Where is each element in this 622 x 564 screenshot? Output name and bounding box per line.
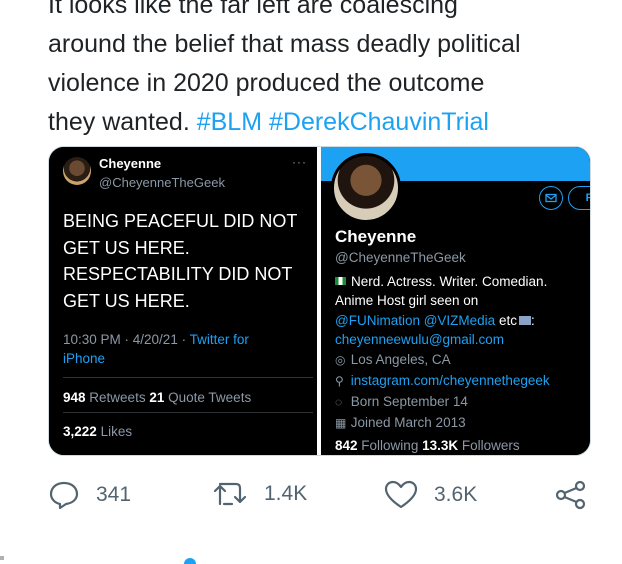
birthday-icon: ◌ xyxy=(335,395,343,409)
quoted-client-cont: iPhone xyxy=(63,351,106,366)
quoted-body-line: GET US HERE. xyxy=(63,290,190,311)
reply-button[interactable]: 341 xyxy=(48,480,131,510)
retweets-count: 948 xyxy=(63,390,86,405)
divider xyxy=(63,412,313,413)
followers-label: Followers xyxy=(461,438,520,453)
share-button[interactable] xyxy=(554,480,588,510)
profile-birthday: ◌ Born September 14 xyxy=(335,392,468,412)
tweet-line: It looks like the far left are coalescin… xyxy=(48,0,458,19)
emoji-icon xyxy=(518,316,531,325)
tweet-line: around the belief that mass deadly polit… xyxy=(48,30,521,58)
joined-text: Joined March 2013 xyxy=(350,415,466,430)
edge-mark xyxy=(0,556,4,560)
profile-avatar xyxy=(331,153,401,223)
hashtag-derek-chauvin-trial[interactable]: #DerekChauvinTrial xyxy=(269,108,489,136)
like-count: 3.6K xyxy=(434,483,478,506)
reply-icon xyxy=(48,480,80,510)
retweet-icon xyxy=(212,480,248,508)
profile-bio-line: @FUNimation @VIZMedia etc: xyxy=(335,313,535,328)
tweet-line: violence in 2020 produced the outcome xyxy=(48,69,485,97)
profile-joined: ▦ Joined March 2013 xyxy=(335,413,466,433)
likes-label: Likes xyxy=(100,424,133,439)
profile-follow-stats: 842 Following 13.3K Followers xyxy=(335,436,520,455)
quoted-client: Twitter for xyxy=(189,332,249,347)
quoted-meta: 10:30 PM · 4/20/21 · Twitter for iPhone xyxy=(63,330,313,368)
email-link: cheyenneewulu@gmail.com xyxy=(335,332,505,347)
retweet-button[interactable]: 1.4K xyxy=(212,480,307,508)
tweet-line: they wanted. #BLM #DerekChauvinTrial xyxy=(48,103,608,142)
scroll-indicator xyxy=(184,558,196,564)
profile-bio-line: Nerd. Actress. Writer. Comedian. xyxy=(335,272,547,291)
like-icon xyxy=(384,480,418,510)
reply-count: 341 xyxy=(96,483,132,506)
location-text: Los Angeles, CA xyxy=(350,352,451,367)
profile-location: ◎ Los Angeles, CA xyxy=(335,350,451,370)
calendar-icon: ▦ xyxy=(335,416,347,430)
tweet-text: It looks like the far left are coalescin… xyxy=(48,0,608,142)
flag-icon xyxy=(335,277,346,285)
quoted-handle: @CheyenneTheGeek xyxy=(99,175,225,190)
website-link: instagram.com/cheyennethegeek xyxy=(350,373,550,388)
quoted-like-stats: 3,222 Likes xyxy=(63,424,132,439)
likes-count: 3,222 xyxy=(63,424,97,439)
tweet-image[interactable]: Cheyenne @CheyenneTheGeek ··· BEING PEAC… xyxy=(48,146,591,456)
follow-button: Follow xyxy=(568,186,590,210)
profile-handle: @CheyenneTheGeek xyxy=(335,250,466,265)
profile-name: Cheyenne xyxy=(335,227,417,246)
following-count: 842 xyxy=(335,438,358,453)
following-label: Following xyxy=(361,438,419,453)
quoted-body-line: RESPECTABILITY DID NOT xyxy=(63,264,293,284)
tweet-line-text: they wanted. xyxy=(48,108,190,136)
retweet-count: 1.4K xyxy=(264,482,308,505)
location-icon: ◎ xyxy=(335,353,346,367)
profile-bio-line: Anime Host girl seen on xyxy=(335,293,479,308)
profile-email: cheyenneewulu@gmail.com xyxy=(335,330,504,349)
tweet-actions: 341 1.4K 3.6K xyxy=(48,478,593,512)
bio-rest: etc xyxy=(498,313,517,328)
followers-count: 13.3K xyxy=(422,438,459,453)
share-icon xyxy=(554,480,588,510)
like-button[interactable]: 3.6K xyxy=(384,480,477,510)
profile-screenshot: Follow Cheyenne @CheyenneTheGeek Nerd. A… xyxy=(321,147,590,455)
quoted-body-line: BEING PEACEFUL DID NOT xyxy=(63,211,298,231)
bio-text: Nerd. Actress. Writer. Comedian. xyxy=(351,274,548,289)
retweets-label: Retweets xyxy=(89,390,146,405)
avatar xyxy=(63,157,91,185)
quoted-tweet-screenshot: Cheyenne @CheyenneTheGeek ··· BEING PEAC… xyxy=(49,147,317,455)
quoted-body-line: GET US HERE. xyxy=(63,237,190,258)
quoted-timestamp: 10:30 PM · 4/20/21 · xyxy=(63,332,187,347)
quotes-count: 21 xyxy=(149,390,165,405)
quoted-rt-stats: 948 Retweets 21 Quote Tweets xyxy=(63,390,251,405)
quotes-label: Quote Tweets xyxy=(168,390,252,405)
divider xyxy=(63,377,313,378)
link-icon: ⚲ xyxy=(335,374,344,388)
more-icon: ··· xyxy=(292,155,307,169)
birthday-text: Born September 14 xyxy=(350,394,468,409)
mail-icon xyxy=(539,186,563,210)
profile-website: ⚲ instagram.com/cheyennethegeek xyxy=(335,371,550,391)
hashtag-blm[interactable]: #BLM xyxy=(197,108,262,136)
quoted-name: Cheyenne xyxy=(99,156,162,171)
bio-mentions: @FUNimation @VIZMedia xyxy=(335,313,496,328)
quoted-body: BEING PEACEFUL DID NOT GET US HERE. RESP… xyxy=(63,208,313,314)
